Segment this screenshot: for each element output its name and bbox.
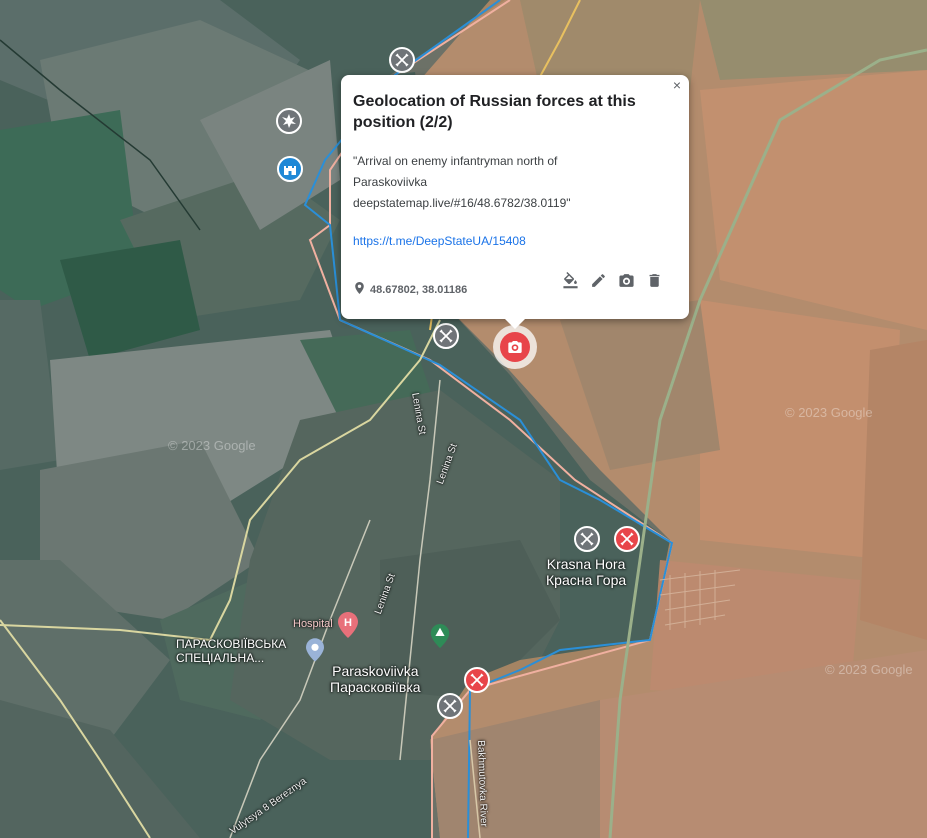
swords-marker-icon[interactable] [433,323,459,349]
school-line-1: ПАРАСКОВІЇВСЬКА [176,637,287,651]
pencil-icon[interactable] [589,271,607,289]
popup-description-line: "Arrival on enemy infantryman north of [353,154,558,168]
hospital-pin[interactable]: H [338,612,358,643]
map-watermark: © 2023 Google [785,405,873,420]
place-label-hospital: Hospital [293,618,333,630]
trash-icon[interactable] [645,271,663,289]
popup-description-line: Paraskoviivka [353,175,428,189]
krasna-hora-cyrillic: Красна Гора [546,572,627,588]
fortification-marker-icon[interactable] [277,156,303,182]
place-label-school: ПАРАСКОВІЇВСЬКА СПЕЦІАЛЬНА... [176,637,286,665]
school-line-2: СПЕЦІАЛЬНА... [176,651,265,665]
russian-swords-marker-icon[interactable] [464,667,490,693]
source-link[interactable]: https://t.me/DeepStateUA/15408 [353,234,677,248]
swords-marker-icon[interactable] [437,693,463,719]
selected-camera-marker[interactable] [493,325,537,369]
school-pin[interactable] [306,638,324,667]
krasna-hora-latin: Krasna Hora [546,556,626,572]
close-icon[interactable]: × [669,77,685,93]
camera-icon[interactable] [617,271,635,289]
place-label-krasna-hora: Krasna Hora Красна Гора [546,556,626,588]
popup-coordinates: 48.67802, 38.01186 [355,282,467,297]
map-watermark: © 2023 Google [825,662,913,677]
svg-text:H: H [344,617,352,629]
camera-icon [500,332,530,362]
popup-toolbar [561,271,663,289]
popup-description: "Arrival on enemy infantryman north of P… [353,151,677,214]
explosion-marker-icon[interactable] [276,108,302,134]
map-watermark: © 2023 Google [168,438,256,453]
popup-description-line: deepstatemap.live/#16/48.6782/38.0119" [353,196,571,210]
popup-title: Geolocation of Russian forces at this po… [353,93,636,131]
paint-bucket-icon[interactable] [561,271,579,289]
info-popup: × Geolocation of Russian forces at this … [341,75,689,329]
location-pin-icon [355,282,364,297]
paraskoviivka-latin: Paraskoviivka [332,663,419,679]
paraskoviivka-cyrillic: Парасковіївка [330,679,421,695]
place-label-paraskoviivka: Paraskoviivka Парасковіївка [330,663,421,695]
swords-marker-icon[interactable] [389,47,415,73]
coordinates-text: 48.67802, 38.01186 [370,283,468,296]
park-pin[interactable] [430,624,450,653]
swords-marker-icon[interactable] [574,526,600,552]
russian-swords-marker-icon[interactable] [614,526,640,552]
